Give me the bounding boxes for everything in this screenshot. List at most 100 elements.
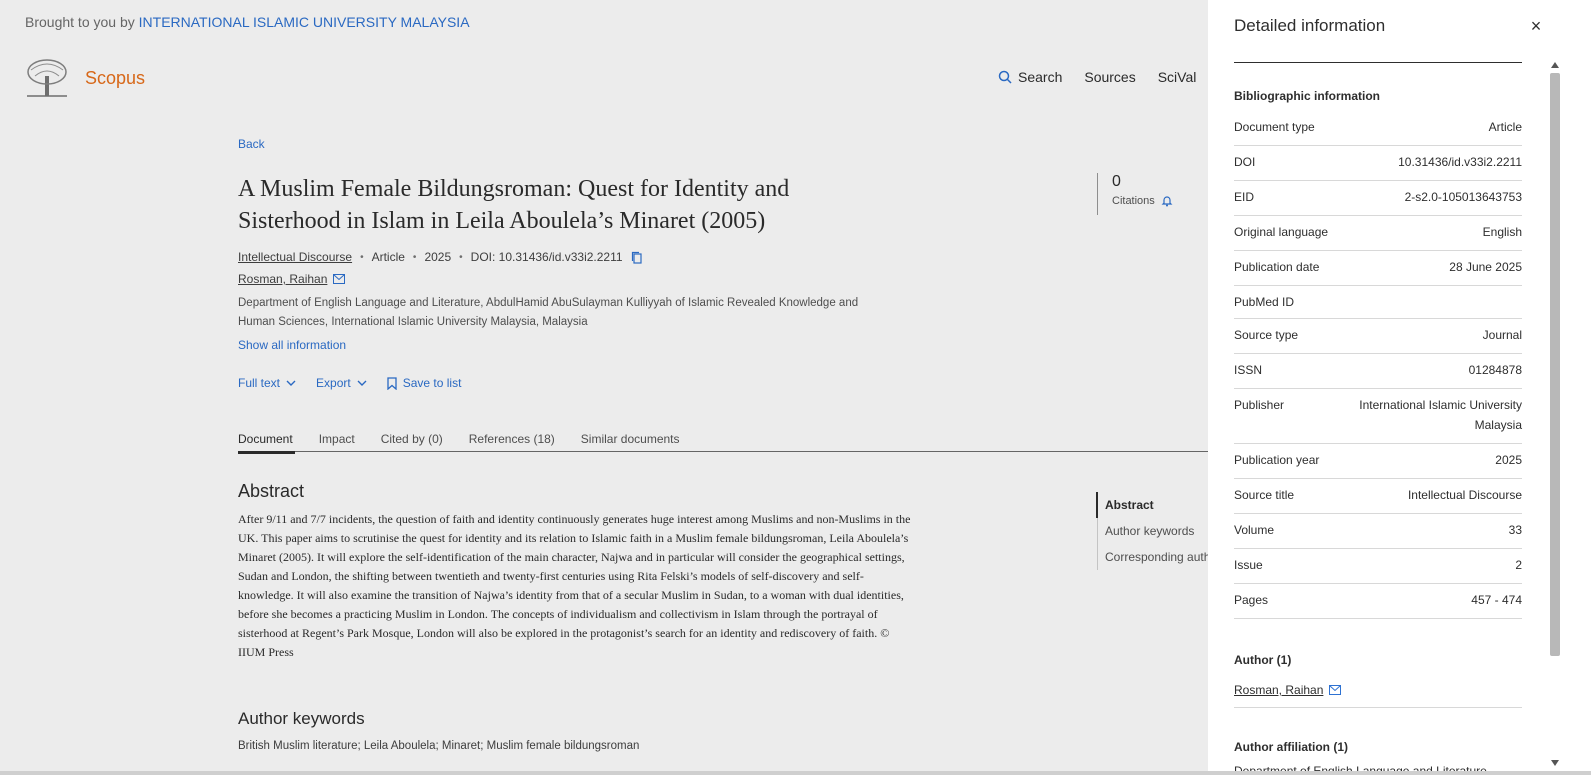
tab-cited-by[interactable]: Cited by (0) <box>381 432 443 452</box>
detail-value: 2-s2.0-105013643753 <box>1404 190 1522 204</box>
mail-icon[interactable] <box>1329 685 1342 695</box>
full-text-button[interactable]: Full text <box>238 376 296 390</box>
detail-key: PubMed ID <box>1234 295 1295 309</box>
detailed-information-panel: Detailed information × Bibliographic inf… <box>1208 0 1591 775</box>
nav-search[interactable]: Search <box>998 69 1062 85</box>
window-bottom-bar <box>0 771 1591 775</box>
detail-row: Publication year 2025 <box>1234 444 1522 479</box>
detail-key: ISSN <box>1234 363 1263 377</box>
back-link[interactable]: Back <box>238 137 265 151</box>
brought-prefix: Brought to you by <box>25 14 135 30</box>
detail-value: 28 June 2025 <box>1449 260 1522 274</box>
brought-to-you: Brought to you by INTERNATIONAL ISLAMIC … <box>25 14 470 30</box>
logo-row: Scopus <box>25 58 145 98</box>
full-text-label: Full text <box>238 376 281 390</box>
citations-label-row: Citations <box>1112 195 1173 207</box>
elsevier-tree-icon[interactable] <box>25 58 69 98</box>
author-link[interactable]: Rosman, Raihan <box>238 272 327 286</box>
article-meta: Intellectual Discourse • Article • 2025 … <box>238 250 643 264</box>
top-nav: Search Sources SciVal <box>998 69 1196 85</box>
journal-link[interactable]: Intellectual Discourse <box>238 250 352 264</box>
search-icon <box>998 70 1012 84</box>
save-to-list-button[interactable]: Save to list <box>387 376 462 390</box>
detail-row: Original language English <box>1234 216 1522 251</box>
nav-scival[interactable]: SciVal <box>1158 69 1197 85</box>
institution-link[interactable]: INTERNATIONAL ISLAMIC UNIVERSITY MALAYSI… <box>139 14 470 30</box>
detail-value: Article <box>1488 120 1522 134</box>
pub-year: 2025 <box>424 250 452 264</box>
bibliographic-heading: Bibliographic information <box>1234 89 1380 103</box>
toc-author-keywords[interactable]: Author keywords <box>1097 518 1210 544</box>
doc-type: Article <box>371 250 405 264</box>
scopus-brand[interactable]: Scopus <box>85 68 145 89</box>
panel-author-link[interactable]: Rosman, Raihan <box>1234 683 1323 697</box>
panel-author-row: Rosman, Raihan <box>1234 675 1522 708</box>
scrollbar-thumb[interactable] <box>1550 73 1560 656</box>
nav-sources[interactable]: Sources <box>1084 69 1135 85</box>
detail-row: PubMed ID <box>1234 286 1522 319</box>
author-row: Rosman, Raihan <box>238 272 346 286</box>
doi: DOI: 10.31436/id.v33i2.2211 <box>470 250 623 264</box>
show-all-link[interactable]: Show all information <box>238 338 346 352</box>
detail-value: 10.31436/id.v33i2.2211 <box>1398 155 1522 169</box>
panel-content: Bibliographic information Document type A… <box>1234 72 1522 775</box>
detail-row: Source type Journal <box>1234 319 1522 354</box>
panel-title: Detailed information <box>1234 16 1386 35</box>
chevron-down-icon <box>357 380 367 386</box>
bell-icon[interactable] <box>1161 195 1173 207</box>
close-icon[interactable]: × <box>1526 16 1546 37</box>
action-bar: Full text Export Save to list <box>238 376 461 390</box>
page-toc: Abstract Author keywords Corresponding a… <box>1096 492 1210 570</box>
author-heading: Author (1) <box>1234 653 1292 667</box>
tab-document[interactable]: Document <box>238 432 295 454</box>
detail-row: Publisher International Islamic Universit… <box>1234 389 1522 444</box>
mail-icon[interactable] <box>333 274 346 284</box>
detail-value: 33 <box>1508 523 1522 537</box>
detail-value: Journal <box>1482 328 1522 342</box>
detail-value: 2 <box>1515 558 1522 572</box>
save-label: Save to list <box>402 376 462 390</box>
toc-corresponding-author[interactable]: Corresponding auth <box>1097 544 1210 570</box>
detail-key: Volume <box>1234 523 1275 537</box>
detail-row: EID 2-s2.0-105013643753 <box>1234 181 1522 216</box>
detail-value: English <box>1482 225 1522 239</box>
detail-row: Document type Article <box>1234 111 1522 146</box>
document-tabs: Document Impact Cited by (0) References … <box>238 432 1208 454</box>
tab-similar-documents[interactable]: Similar documents <box>581 432 680 452</box>
detail-value: 01284878 <box>1468 363 1522 377</box>
citations-box: 0 Citations <box>1097 173 1173 215</box>
keywords-text: British Muslim literature; Leila Aboulel… <box>238 740 640 752</box>
detail-value: 2025 <box>1495 453 1522 467</box>
detail-value: Intellectual Discourse <box>1407 488 1522 502</box>
detail-row: Source title Intellectual Discourse <box>1234 479 1522 514</box>
scroll-up-icon[interactable] <box>1551 62 1559 68</box>
panel-scrollbar[interactable] <box>1550 60 1560 768</box>
separator: • <box>360 251 364 263</box>
bookmark-icon <box>387 376 397 390</box>
detail-key: Source type <box>1234 328 1299 342</box>
detail-row: DOI 10.31436/id.v33i2.2211 <box>1234 146 1522 181</box>
scroll-down-icon[interactable] <box>1551 760 1559 766</box>
detail-row: Publication date 28 June 2025 <box>1234 251 1522 286</box>
detail-key: Document type <box>1234 120 1315 134</box>
toc-abstract[interactable]: Abstract <box>1096 492 1210 518</box>
abstract-text: After 9/11 and 7/7 incidents, the questi… <box>238 512 911 659</box>
tab-references[interactable]: References (18) <box>469 432 555 452</box>
abstract-heading: Abstract <box>238 481 305 501</box>
detail-value: 457 - 474 <box>1471 593 1522 607</box>
article-title: A Muslim Female Bildungsroman: Quest for… <box>238 176 790 234</box>
detail-row: Volume 33 <box>1234 514 1522 549</box>
export-button[interactable]: Export <box>316 376 367 390</box>
nav-search-label: Search <box>1018 69 1063 85</box>
panel-header: Detailed information <box>1234 16 1522 63</box>
separator: • <box>459 251 463 263</box>
affiliation: Department of English Language and Liter… <box>238 297 859 328</box>
export-label: Export <box>316 376 351 390</box>
detail-key: DOI <box>1234 155 1256 169</box>
detail-value: International Islamic University Malaysi… <box>1359 398 1522 432</box>
citations-label: Citations <box>1112 195 1155 207</box>
detail-key: Source title <box>1234 488 1295 502</box>
copy-icon[interactable] <box>631 251 643 264</box>
tab-impact[interactable]: Impact <box>319 432 355 452</box>
detail-key: Pages <box>1234 593 1269 607</box>
